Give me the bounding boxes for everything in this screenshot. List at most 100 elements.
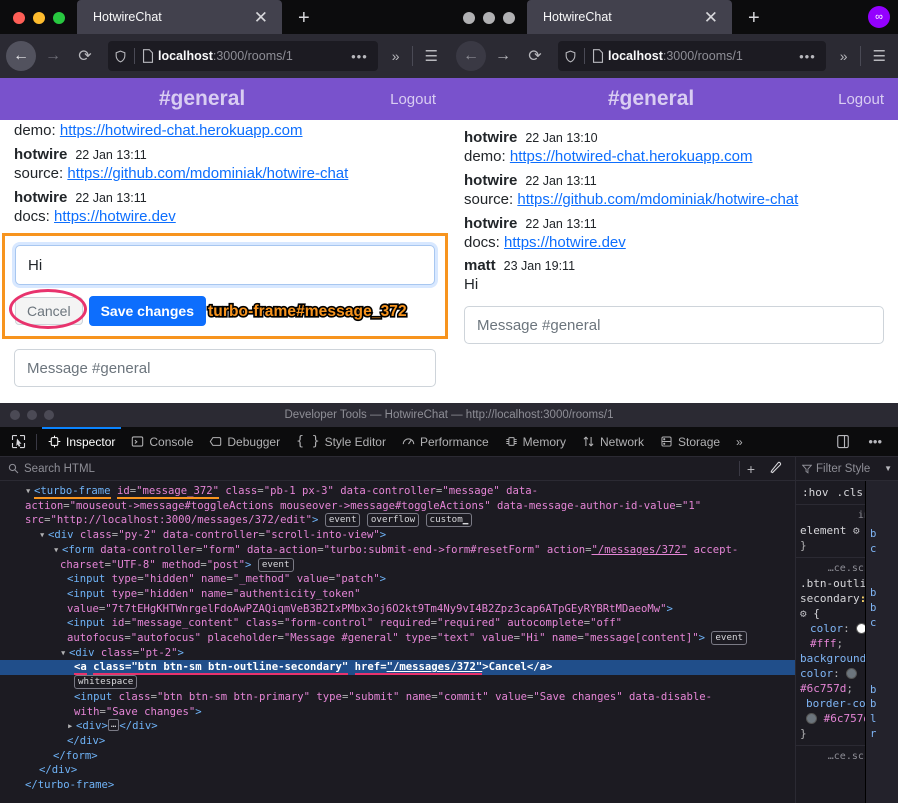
search-html-input[interactable]: Search HTML bbox=[0, 463, 739, 475]
forward-button[interactable]: → bbox=[38, 41, 68, 71]
maximize-window-button[interactable] bbox=[503, 12, 515, 24]
app-menu-icon[interactable]: ☰ bbox=[867, 47, 892, 65]
filter-styles-input[interactable]: Filter Style ▼ bbox=[795, 456, 898, 481]
devtools-tab-console[interactable]: Console bbox=[123, 427, 201, 457]
inspector-icon bbox=[48, 435, 61, 448]
gear-icon[interactable]: ⚙ bbox=[853, 524, 860, 537]
message-edit-input[interactable] bbox=[15, 245, 435, 286]
page-actions-icon[interactable]: ••• bbox=[795, 49, 820, 64]
color-swatch[interactable] bbox=[806, 713, 817, 724]
minimize-window-button[interactable] bbox=[483, 12, 495, 24]
back-button[interactable]: ← bbox=[6, 41, 36, 71]
overflow-text: l bbox=[870, 712, 877, 725]
markup-line[interactable]: ▸ <div>… </div> bbox=[0, 719, 795, 734]
markup-line[interactable]: ▾ <div class="py-2" data-controller="scro… bbox=[0, 528, 795, 543]
message-item: hotwire 22 Jan 13:11 source: https://git… bbox=[464, 172, 884, 211]
create-new-node-icon[interactable]: + bbox=[740, 461, 762, 477]
toolbar-overflow-icon[interactable]: » bbox=[386, 48, 406, 64]
devtools-menu-icon[interactable]: ••• bbox=[860, 434, 890, 449]
devtools-tab-performance[interactable]: Performance bbox=[394, 427, 497, 457]
markup-line[interactable]: <input id="message_content" class="form-… bbox=[0, 616, 795, 631]
markup-line[interactable]: value="7t7tEHgKHTWnrgelFdoAwPZAQiqmVeB3B… bbox=[0, 602, 795, 617]
close-window-button[interactable] bbox=[13, 12, 25, 24]
gear-icon[interactable]: ⚙ bbox=[800, 607, 807, 620]
message-link[interactable]: https://hotwired-chat.herokuapp.com bbox=[60, 122, 303, 139]
page-actions-icon[interactable]: ••• bbox=[347, 49, 372, 64]
browser-tab-title: HotwireChat bbox=[543, 10, 612, 24]
message-link[interactable]: https://hotwire.dev bbox=[504, 234, 626, 251]
markup-line[interactable]: <input type="hidden" name="authenticity_… bbox=[0, 587, 795, 602]
cancel-button[interactable]: Cancel bbox=[15, 297, 83, 326]
shield-icon[interactable] bbox=[114, 50, 127, 63]
tab-label: Inspector bbox=[66, 434, 116, 449]
markup-line[interactable]: </turbo-frame> bbox=[0, 778, 795, 793]
reload-button[interactable]: ⟳ bbox=[520, 41, 550, 71]
message-header: hotwire 22 Jan 13:11 bbox=[14, 189, 436, 206]
browser-tab-left[interactable]: HotwireChat ✕ bbox=[77, 0, 282, 34]
reload-button[interactable]: ⟳ bbox=[70, 41, 100, 71]
browser-tab-right[interactable]: HotwireChat ✕ bbox=[527, 0, 732, 34]
computed-panel-overflow[interactable]: b c b b c b b l r bbox=[865, 481, 898, 803]
markup-line[interactable]: </div> bbox=[0, 763, 795, 778]
filter-icon bbox=[802, 464, 812, 474]
window-controls-left[interactable] bbox=[0, 12, 77, 34]
markup-line[interactable]: ▾ <form data-controller="form" data-actio… bbox=[0, 543, 795, 558]
markup-line[interactable]: </div> bbox=[0, 734, 795, 749]
app-menu-icon[interactable]: ☰ bbox=[419, 47, 444, 65]
chevron-down-icon[interactable]: ▼ bbox=[884, 464, 892, 473]
message-link[interactable]: https://hotwired-chat.herokuapp.com bbox=[510, 148, 753, 165]
shield-icon[interactable] bbox=[564, 50, 577, 63]
markup-line[interactable]: <input type="hidden" name="_method" valu… bbox=[0, 572, 795, 587]
address-bar[interactable]: localhost:3000/rooms/1 ••• bbox=[558, 41, 826, 71]
devtools-tab-inspector[interactable]: Inspector bbox=[40, 426, 123, 457]
devtools-tab-network[interactable]: Network bbox=[574, 427, 652, 457]
eyedropper-icon[interactable] bbox=[762, 461, 789, 477]
message-timestamp: 22 Jan 13:11 bbox=[75, 190, 147, 205]
markup-line[interactable]: whitespace bbox=[0, 675, 795, 690]
message-composer-right[interactable]: Message #general bbox=[464, 306, 884, 344]
markup-line[interactable]: autofocus="autofocus" placeholder="Messa… bbox=[0, 631, 795, 646]
markup-line[interactable]: ▾ <turbo-frame id="message_372" class="pb… bbox=[0, 484, 795, 499]
markup-line[interactable]: with="Save changes"> bbox=[0, 705, 795, 720]
tab-label: Performance bbox=[419, 434, 489, 449]
devtools-tab-memory[interactable]: Memory bbox=[497, 427, 574, 457]
close-window-button[interactable] bbox=[463, 12, 475, 24]
address-bar[interactable]: localhost:3000/rooms/1 ••• bbox=[108, 41, 378, 71]
devtools-tab-style-editor[interactable]: { } Style Editor bbox=[288, 427, 394, 457]
save-changes-button[interactable]: Save changes bbox=[88, 296, 206, 327]
logout-link[interactable]: Logout bbox=[390, 91, 436, 108]
logout-link[interactable]: Logout bbox=[838, 91, 884, 108]
account-avatar[interactable]: ∞ bbox=[868, 6, 890, 28]
toolbar-overflow-icon[interactable]: » bbox=[834, 48, 854, 64]
message-link[interactable]: https://github.com/mdominiak/hotwire-cha… bbox=[67, 165, 348, 182]
pseudo-class-toggle[interactable]: :hov bbox=[802, 486, 829, 499]
markup-line-selected[interactable]: <a class="btn btn-sm btn-outline-seconda… bbox=[0, 660, 795, 676]
markup-line[interactable]: action="mouseout->message#toggleActions … bbox=[0, 499, 795, 514]
window-controls-right[interactable] bbox=[450, 12, 527, 34]
markup-line[interactable]: </form> bbox=[0, 749, 795, 764]
class-toggle[interactable]: .cls bbox=[837, 486, 864, 499]
close-tab-icon[interactable]: ✕ bbox=[248, 9, 274, 26]
maximize-window-button[interactable] bbox=[53, 12, 65, 24]
devtools-tab-debugger[interactable]: Debugger bbox=[201, 427, 288, 457]
minimize-window-button[interactable] bbox=[33, 12, 45, 24]
color-swatch[interactable] bbox=[846, 668, 858, 679]
message-composer-left[interactable]: Message #general bbox=[14, 349, 436, 388]
new-tab-icon[interactable]: + bbox=[732, 8, 774, 34]
markup-line[interactable]: ▾ <div class="pt-2"> bbox=[0, 646, 795, 661]
devtools-tabs-overflow[interactable]: » bbox=[728, 427, 751, 457]
markup-tree-view[interactable]: ▾ <turbo-frame id="message_372" class="pb… bbox=[0, 481, 795, 803]
markup-line[interactable]: <input class="btn btn-sm btn-primary" ty… bbox=[0, 690, 795, 705]
markup-line[interactable]: src="http://localhost:3000/messages/372/… bbox=[0, 513, 795, 528]
search-icon bbox=[8, 463, 19, 474]
devtools-tab-storage[interactable]: Storage bbox=[652, 427, 728, 457]
back-button[interactable]: ← bbox=[456, 41, 486, 71]
new-tab-icon[interactable]: + bbox=[282, 8, 324, 34]
close-tab-icon[interactable]: ✕ bbox=[698, 9, 724, 26]
forward-button[interactable]: → bbox=[488, 41, 518, 71]
message-link[interactable]: https://hotwire.dev bbox=[54, 208, 176, 225]
element-picker-icon[interactable] bbox=[4, 434, 33, 449]
message-link[interactable]: https://github.com/mdominiak/hotwire-cha… bbox=[517, 191, 798, 208]
dock-position-icon[interactable] bbox=[828, 434, 858, 449]
markup-line[interactable]: charset="UTF-8" method="post"> event bbox=[0, 557, 795, 573]
